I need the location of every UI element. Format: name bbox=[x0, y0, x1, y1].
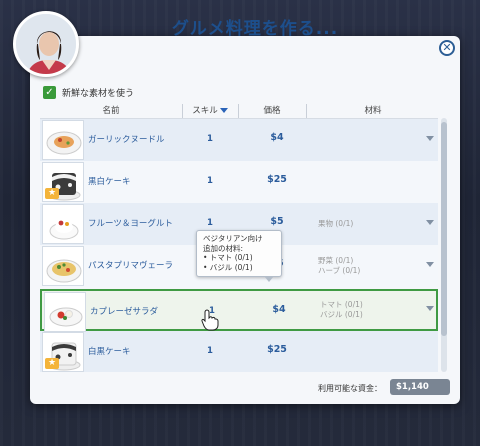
recipe-skill: 1 bbox=[207, 218, 213, 228]
column-header-name[interactable]: 名前 bbox=[40, 104, 182, 118]
available-funds-label: 利用可能な資金： bbox=[318, 384, 382, 393]
tooltip-item: • バジル (0/1) bbox=[203, 262, 253, 272]
recipe-tooltip: ベジタリアン向け 追加の材料: • トマト (0/1) • バジル (0/1) bbox=[196, 230, 282, 277]
column-header-ingredients-label: 材料 bbox=[364, 106, 382, 116]
recipe-name: カプレーゼサラダ bbox=[90, 307, 159, 317]
tooltip-subtitle: 追加の材料: bbox=[203, 243, 244, 253]
scrollbar-thumb[interactable] bbox=[441, 122, 447, 336]
recipe-ingredient: バジル (0/1) bbox=[320, 310, 363, 319]
star-icon: ★ bbox=[45, 188, 59, 199]
recipe-row[interactable]: ★ 黒白ケーキ 1 $25 bbox=[40, 161, 438, 203]
dialog-title: グルメ料理を作る... bbox=[171, 19, 339, 39]
tooltip-arrow bbox=[264, 276, 274, 282]
recipe-name: パスタプリマヴェーラ bbox=[88, 261, 174, 271]
chevron-down-icon[interactable] bbox=[426, 262, 434, 267]
checkmark-icon: ✓ bbox=[43, 86, 56, 99]
header-divider bbox=[182, 104, 183, 118]
recipe-name: ガーリックヌードル bbox=[88, 135, 165, 145]
recipe-skill: 1 bbox=[207, 176, 213, 186]
noodle-dish-icon bbox=[42, 120, 84, 160]
cake-dish-icon: ★ bbox=[42, 162, 84, 202]
pasta-dish-icon bbox=[42, 246, 84, 286]
available-funds-value: $1,140 bbox=[390, 379, 450, 395]
column-header-price-label: 価格 bbox=[263, 106, 281, 116]
close-icon[interactable]: ✕ bbox=[439, 40, 455, 56]
recipe-ingredient: トマト (0/1) bbox=[320, 300, 363, 309]
recipe-skill: 1 bbox=[207, 134, 213, 144]
fresh-ingredients-label: 新鮮な素材を使う bbox=[62, 89, 135, 99]
yogurt-dish-icon bbox=[42, 204, 84, 244]
sim-avatar bbox=[13, 11, 79, 77]
recipe-name: フルーツ＆ヨーグルト bbox=[88, 219, 173, 229]
header-divider bbox=[238, 104, 239, 118]
chevron-down-icon[interactable] bbox=[426, 220, 434, 225]
recipe-skill: 1 bbox=[207, 346, 213, 356]
recipe-ingredient: 果物 (0/1) bbox=[318, 219, 354, 228]
salad-dish-icon bbox=[44, 292, 86, 332]
chevron-down-icon[interactable] bbox=[426, 136, 434, 141]
recipe-price: $25 bbox=[267, 174, 287, 185]
sort-descending-icon bbox=[219, 108, 228, 113]
chevron-down-icon[interactable] bbox=[426, 306, 434, 311]
tooltip-title: ベジタリアン向け bbox=[203, 234, 263, 243]
recipe-ingredient: 野菜 (0/1) bbox=[318, 256, 354, 265]
column-header-name-label: 名前 bbox=[102, 106, 120, 116]
recipe-price: $25 bbox=[267, 344, 287, 355]
recipe-price: $4 bbox=[272, 304, 286, 315]
list-scrollbar[interactable] bbox=[441, 118, 447, 372]
recipe-price: $4 bbox=[270, 132, 284, 143]
recipe-row-selected[interactable]: カプレーゼサラダ 1 $4 トマト (0/1) バジル (0/1) bbox=[40, 289, 438, 332]
recipe-row[interactable]: ガーリックヌードル 1 $4 bbox=[40, 119, 438, 161]
cake-dish-icon: ★ bbox=[42, 332, 84, 372]
hand-cursor-icon bbox=[201, 309, 219, 331]
header-divider bbox=[306, 104, 307, 118]
star-icon: ★ bbox=[45, 358, 59, 369]
recipe-price: $5 bbox=[270, 216, 284, 227]
recipe-ingredient: ハーブ (0/1) bbox=[318, 266, 361, 275]
recipe-row[interactable]: ★ 白黒ケーキ 1 $25 bbox=[40, 331, 438, 372]
column-header-skill-label: スキル bbox=[192, 106, 218, 116]
column-header-ingredients[interactable]: 材料 bbox=[308, 104, 438, 118]
recipe-name: 白黒ケーキ bbox=[88, 347, 131, 357]
fresh-ingredients-checkbox[interactable]: ✓ 新鮮な素材を使う bbox=[43, 86, 134, 99]
column-header-skill[interactable]: スキル bbox=[184, 104, 236, 118]
tooltip-item: • トマト (0/1) bbox=[203, 253, 253, 262]
column-header-price[interactable]: 価格 bbox=[240, 104, 304, 118]
recipe-name: 黒白ケーキ bbox=[88, 177, 131, 187]
